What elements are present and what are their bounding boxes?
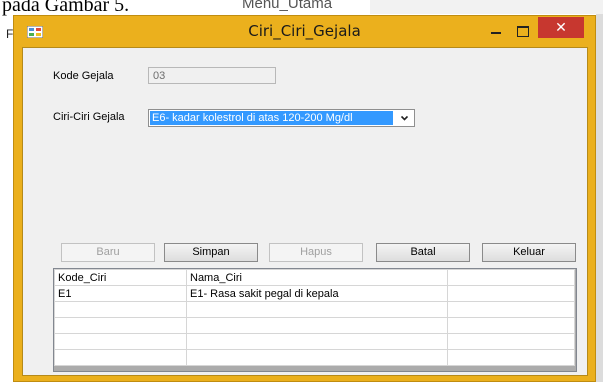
- baru-button[interactable]: Baru: [61, 243, 155, 262]
- ciri-gejala-window: Ciri_Ciri_Gejala ✕ Kode Gejala 03 Ciri-C…: [13, 15, 596, 382]
- minimize-icon: [491, 32, 501, 34]
- form-client-area: Kode Gejala 03 Ciri-Ciri Gejala E6- kada…: [22, 47, 588, 376]
- ciri-gejala-label: Ciri-Ciri Gejala: [53, 111, 125, 123]
- background-window-strip: [370, 0, 603, 14]
- hapus-button[interactable]: Hapus: [269, 243, 363, 262]
- close-button[interactable]: ✕: [538, 17, 584, 38]
- background-window-edge: [596, 14, 603, 382]
- cell-empty[interactable]: [447, 285, 575, 302]
- grid-header-row: Kode_Ciri Nama_Ciri: [54, 269, 575, 286]
- table-row-empty[interactable]: [54, 317, 575, 334]
- batal-button[interactable]: Batal: [376, 243, 470, 262]
- kode-gejala-field[interactable]: 03: [148, 67, 276, 84]
- maximize-icon: [517, 25, 529, 37]
- ciri-gejala-selected-value: E6- kadar kolestrol di atas 120-200 Mg/d…: [150, 111, 393, 125]
- chevron-down-icon[interactable]: [401, 115, 408, 122]
- maximize-button[interactable]: [510, 21, 536, 41]
- table-row-empty[interactable]: [54, 349, 575, 366]
- title-bar[interactable]: Ciri_Ciri_Gejala ✕: [14, 16, 595, 47]
- column-header-empty: [447, 269, 575, 286]
- background-window-title: Menu_Utama: [242, 0, 333, 12]
- ciri-gejala-dropdown[interactable]: E6- kadar kolestrol di atas 120-200 Mg/d…: [148, 109, 415, 127]
- minimize-button[interactable]: [483, 21, 509, 41]
- cell-nama-ciri[interactable]: E1- Rasa sakit pegal di kepala: [186, 285, 448, 302]
- kode-gejala-label: Kode Gejala: [53, 70, 114, 82]
- column-header-nama-ciri[interactable]: Nama_Ciri: [186, 269, 448, 286]
- close-icon: ✕: [555, 19, 567, 35]
- ciri-data-grid[interactable]: Kode_Ciri Nama_Ciri E1 E1- Rasa sakit pe…: [53, 268, 577, 372]
- column-header-kode-ciri[interactable]: Kode_Ciri: [54, 269, 187, 286]
- simpan-button[interactable]: Simpan: [164, 243, 258, 262]
- table-row-empty[interactable]: [54, 301, 575, 318]
- keluar-button[interactable]: Keluar: [482, 243, 576, 262]
- grid-table: Kode_Ciri Nama_Ciri E1 E1- Rasa sakit pe…: [54, 269, 575, 366]
- table-row-empty[interactable]: [54, 333, 575, 350]
- cell-kode-ciri[interactable]: E1: [54, 285, 187, 302]
- table-row[interactable]: E1 E1- Rasa sakit pegal di kepala: [54, 285, 575, 302]
